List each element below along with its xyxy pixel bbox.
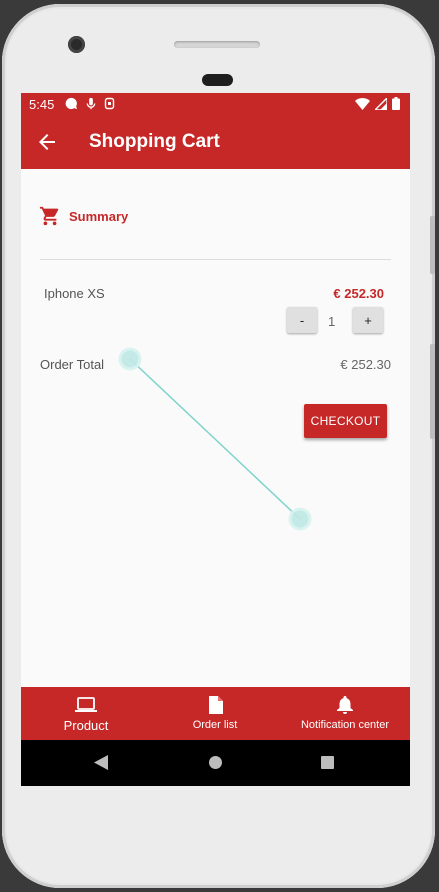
nav-label-notification-center: Notification center (300, 719, 390, 731)
laptop-icon (75, 697, 97, 712)
back-triangle-icon[interactable] (94, 755, 108, 770)
nav-item-product[interactable]: Product (51, 687, 121, 740)
nav-label-order-list: Order list (192, 719, 238, 731)
earpiece-speaker (174, 41, 260, 48)
bell-icon (337, 696, 353, 714)
front-camera (68, 36, 85, 53)
touch-gesture-overlay (118, 347, 312, 531)
recents-square-icon[interactable] (321, 756, 334, 769)
bottom-navigation: Product Order list Notification center (21, 687, 410, 740)
volume-button (430, 216, 435, 274)
home-circle-icon[interactable] (209, 756, 222, 769)
system-navigation-bar (21, 740, 410, 786)
app-screen: 5:45 Shopping Cart Summary Iphone XS € 2… (21, 93, 410, 786)
proximity-sensor (202, 74, 233, 86)
nav-label-product: Product (63, 718, 109, 733)
nav-item-notification-center[interactable]: Notification center (291, 687, 399, 740)
power-button (430, 344, 435, 439)
document-icon (208, 696, 223, 714)
nav-item-order-list[interactable]: Order list (181, 687, 249, 740)
